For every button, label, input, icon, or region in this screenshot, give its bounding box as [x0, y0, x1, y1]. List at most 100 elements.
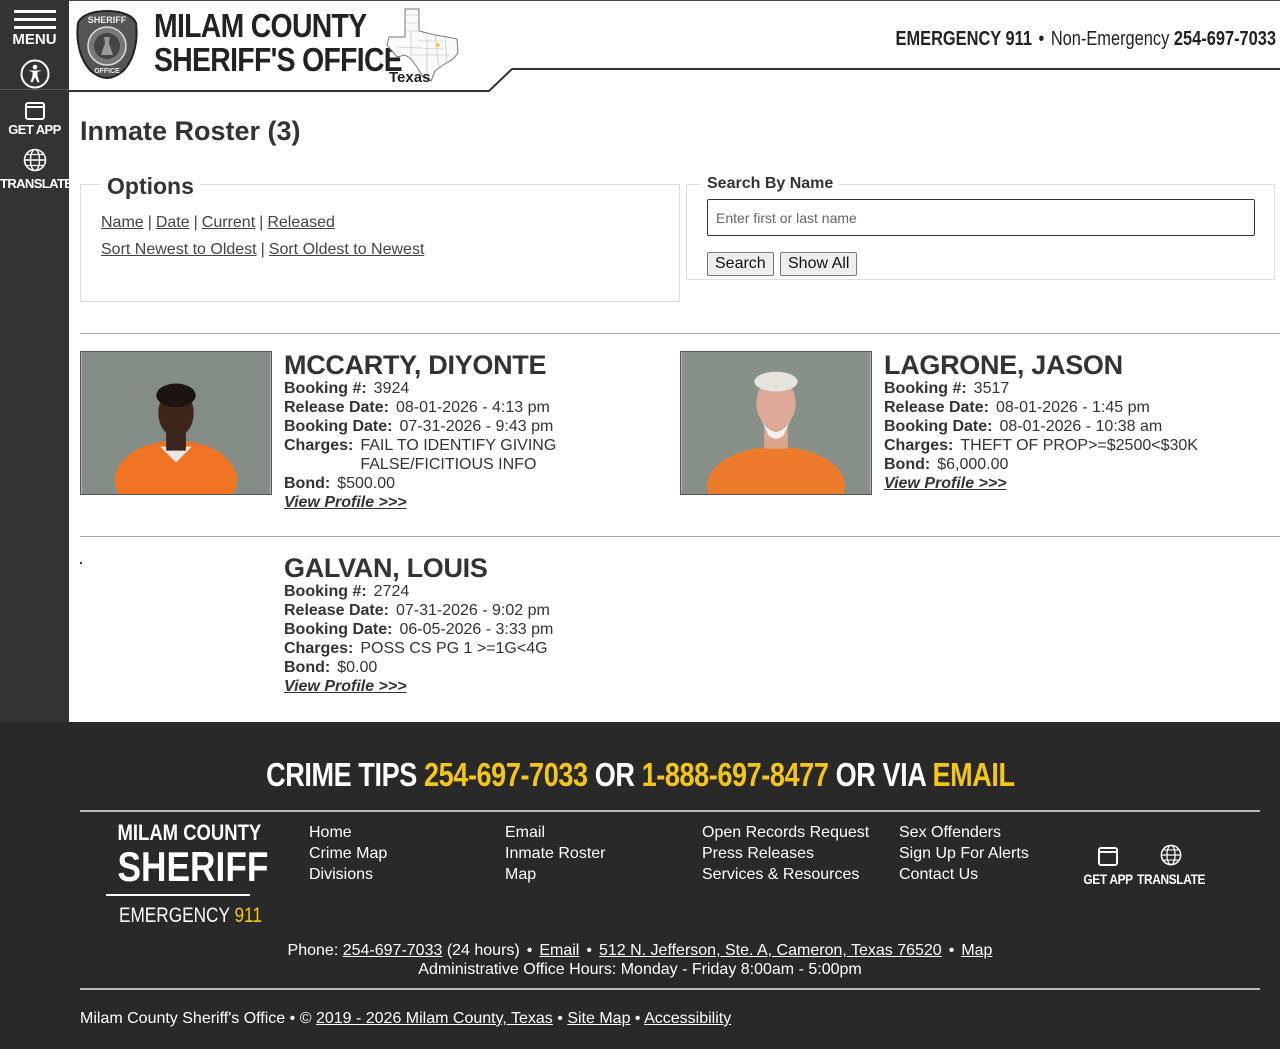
- bond-label: Bond:: [884, 456, 931, 473]
- hamburger-icon-line: [14, 26, 56, 29]
- footer-divider: [80, 988, 1260, 990]
- footer-divider: [80, 810, 1260, 812]
- footer-link-open-records[interactable]: Open Records Request: [702, 822, 869, 843]
- emergency-911[interactable]: EMERGENCY 911: [895, 28, 1031, 50]
- charges-label: Charges:: [284, 640, 354, 657]
- hamburger-icon: [14, 10, 56, 13]
- filter-date-link[interactable]: Date: [156, 214, 190, 231]
- footer-links-col4: Sex Offenders Sign Up For Alerts Contact…: [899, 822, 1029, 885]
- menu-label: MENU: [12, 31, 57, 48]
- footer-links-col2: Email Inmate Roster Map: [505, 822, 605, 885]
- footer-link-map[interactable]: Map: [505, 864, 605, 885]
- footer-emergency-label: EMERGENCY: [118, 904, 230, 927]
- filter-current-link[interactable]: Current: [202, 214, 255, 231]
- footer-get-app-button[interactable]: GET APP: [1079, 846, 1137, 887]
- booking-date-label: Booking Date:: [884, 418, 993, 435]
- release-date-value: 07-31-2026 - 9:02 pm: [395, 602, 550, 619]
- crime-tips-or: OR: [594, 756, 635, 793]
- phone-icon: [25, 102, 45, 120]
- bond-value: $500.00: [337, 475, 396, 492]
- contact-info: Phone: 254-697-7033 (24 hours) • Email • 512…: [0, 941, 1280, 979]
- footer-translate-label: TRANSLATE: [1137, 871, 1206, 887]
- footer-link-contact[interactable]: Contact Us: [899, 864, 1029, 885]
- bond-label: Bond:: [284, 659, 331, 676]
- phone-icon: [1098, 847, 1119, 866]
- crime-tips-phone1[interactable]: 254-697-7033: [424, 756, 588, 793]
- non-emergency-phone[interactable]: 254-697-7033: [1174, 28, 1276, 50]
- separator-dot: •: [634, 1010, 641, 1027]
- booking-date-row: Booking Date: 08-01-2026 - 10:38 am: [884, 417, 1274, 436]
- translate-button[interactable]: TRANSLATE: [0, 148, 73, 196]
- inmate-name[interactable]: MCCARTY, DIYONTE: [284, 351, 674, 379]
- crime-tips-banner: CRIME TIPS 254-697-7033 OR 1-888-697-847…: [0, 756, 1280, 794]
- svg-text:SHERIFF: SHERIFF: [88, 15, 127, 25]
- accessibility-icon[interactable]: [20, 59, 50, 89]
- inmate-name[interactable]: LAGRONE, JASON: [884, 351, 1274, 379]
- site-map-link[interactable]: Site Map: [567, 1010, 630, 1027]
- phone-label: Phone:: [287, 942, 339, 959]
- sheriff-badge-logo[interactable]: SHERIFF OFFICE: [75, 9, 139, 79]
- crime-tips-phone2[interactable]: 1-888-697-8477: [641, 756, 828, 793]
- sort-newest-link[interactable]: Sort Newest to Oldest: [101, 241, 257, 258]
- bond-value: $6,000.00: [937, 456, 1009, 473]
- section-divider: [80, 333, 1280, 334]
- footer-link-crime-map[interactable]: Crime Map: [309, 843, 387, 864]
- filter-released-link[interactable]: Released: [267, 214, 335, 231]
- footer-address-link[interactable]: 512 N. Jefferson, Ste. A, Cameron, Texas…: [599, 942, 942, 959]
- charges-value: POSS CS PG 1 >=1G<4G: [360, 640, 548, 657]
- booking-label: Booking #:: [884, 380, 967, 397]
- svg-text:OFFICE: OFFICE: [94, 68, 120, 75]
- filter-name-link[interactable]: Name: [101, 214, 144, 231]
- accessibility-link[interactable]: Accessibility: [644, 1010, 731, 1027]
- search-input[interactable]: [707, 199, 1255, 236]
- release-date-value: 08-01-2026 - 1:45 pm: [995, 399, 1150, 416]
- bond-row: Bond: $0.00: [284, 658, 674, 677]
- copyright-link[interactable]: 2019 - 2026 Milam County, Texas: [316, 1010, 553, 1027]
- footer-logo-rule: [106, 894, 250, 896]
- release-date-value: 08-01-2026 - 4:13 pm: [395, 399, 550, 416]
- footer-link-press-releases[interactable]: Press Releases: [702, 843, 869, 864]
- sort-oldest-link[interactable]: Sort Oldest to Newest: [269, 241, 425, 258]
- footer-link-inmate-roster[interactable]: Inmate Roster: [505, 843, 605, 864]
- release-date-label: Release Date:: [284, 399, 389, 416]
- view-profile-link[interactable]: View Profile >>>: [284, 678, 407, 695]
- filter-links: Name | Date | Current | Released: [101, 214, 335, 231]
- get-app-label: GET APP: [8, 122, 61, 137]
- release-date-label: Release Date:: [284, 602, 389, 619]
- inmate-photo[interactable]: [680, 351, 872, 495]
- search-legend: Search By Name: [701, 175, 840, 193]
- get-app-button[interactable]: GET APP: [0, 100, 69, 144]
- footer-phone-link[interactable]: 254-697-7033: [343, 942, 443, 959]
- search-button[interactable]: Search: [707, 252, 774, 276]
- footer-link-alerts[interactable]: Sign Up For Alerts: [899, 843, 1029, 864]
- copyright-prefix: Milam County Sheriff's Office • ©: [80, 1010, 312, 1027]
- site-title-line2: SHERIFF'S OFFICE: [154, 41, 403, 78]
- booking-label: Booking #:: [284, 380, 367, 397]
- left-rail: MENU GET APP TRANSLATE: [0, 0, 73, 722]
- footer-link-sex-offenders[interactable]: Sex Offenders: [899, 822, 1029, 843]
- footer-link-email[interactable]: Email: [505, 822, 605, 843]
- footer-map-link[interactable]: Map: [961, 942, 992, 959]
- footer-translate-button[interactable]: TRANSLATE: [1131, 844, 1211, 887]
- footer-link-home[interactable]: Home: [309, 822, 387, 843]
- charges-row: Charges: POSS CS PG 1 >=1G<4G: [284, 639, 674, 658]
- booking-row: Booking #: 3924: [284, 379, 674, 398]
- footer-link-divisions[interactable]: Divisions: [309, 864, 387, 885]
- bond-row: Bond: $6,000.00: [884, 455, 1274, 474]
- show-all-button[interactable]: Show All: [780, 252, 858, 276]
- charges-label: Charges:: [884, 437, 954, 454]
- bond-label: Bond:: [284, 475, 331, 492]
- footer-email-link[interactable]: Email: [539, 942, 579, 959]
- footer-logo-emergency: EMERGENCY 911: [118, 904, 262, 928]
- texas-label: Texas: [389, 69, 431, 86]
- booking-date-label: Booking Date:: [284, 621, 393, 638]
- inmate-photo[interactable]: [80, 351, 272, 495]
- booking-date-row: Booking Date: 06-05-2026 - 3:33 pm: [284, 620, 674, 639]
- footer-logo[interactable]: MILAM COUNTY SHERIFF EMERGENCY 911: [106, 820, 268, 928]
- view-profile-link[interactable]: View Profile >>>: [284, 494, 407, 511]
- crime-tips-email-link[interactable]: EMAIL: [932, 756, 1015, 793]
- booking-date-row: Booking Date: 07-31-2026 - 9:43 pm: [284, 417, 674, 436]
- footer-link-services[interactable]: Services & Resources: [702, 864, 869, 885]
- inmate-name[interactable]: GALVAN, LOUIS: [284, 554, 674, 582]
- view-profile-link[interactable]: View Profile >>>: [884, 475, 1007, 492]
